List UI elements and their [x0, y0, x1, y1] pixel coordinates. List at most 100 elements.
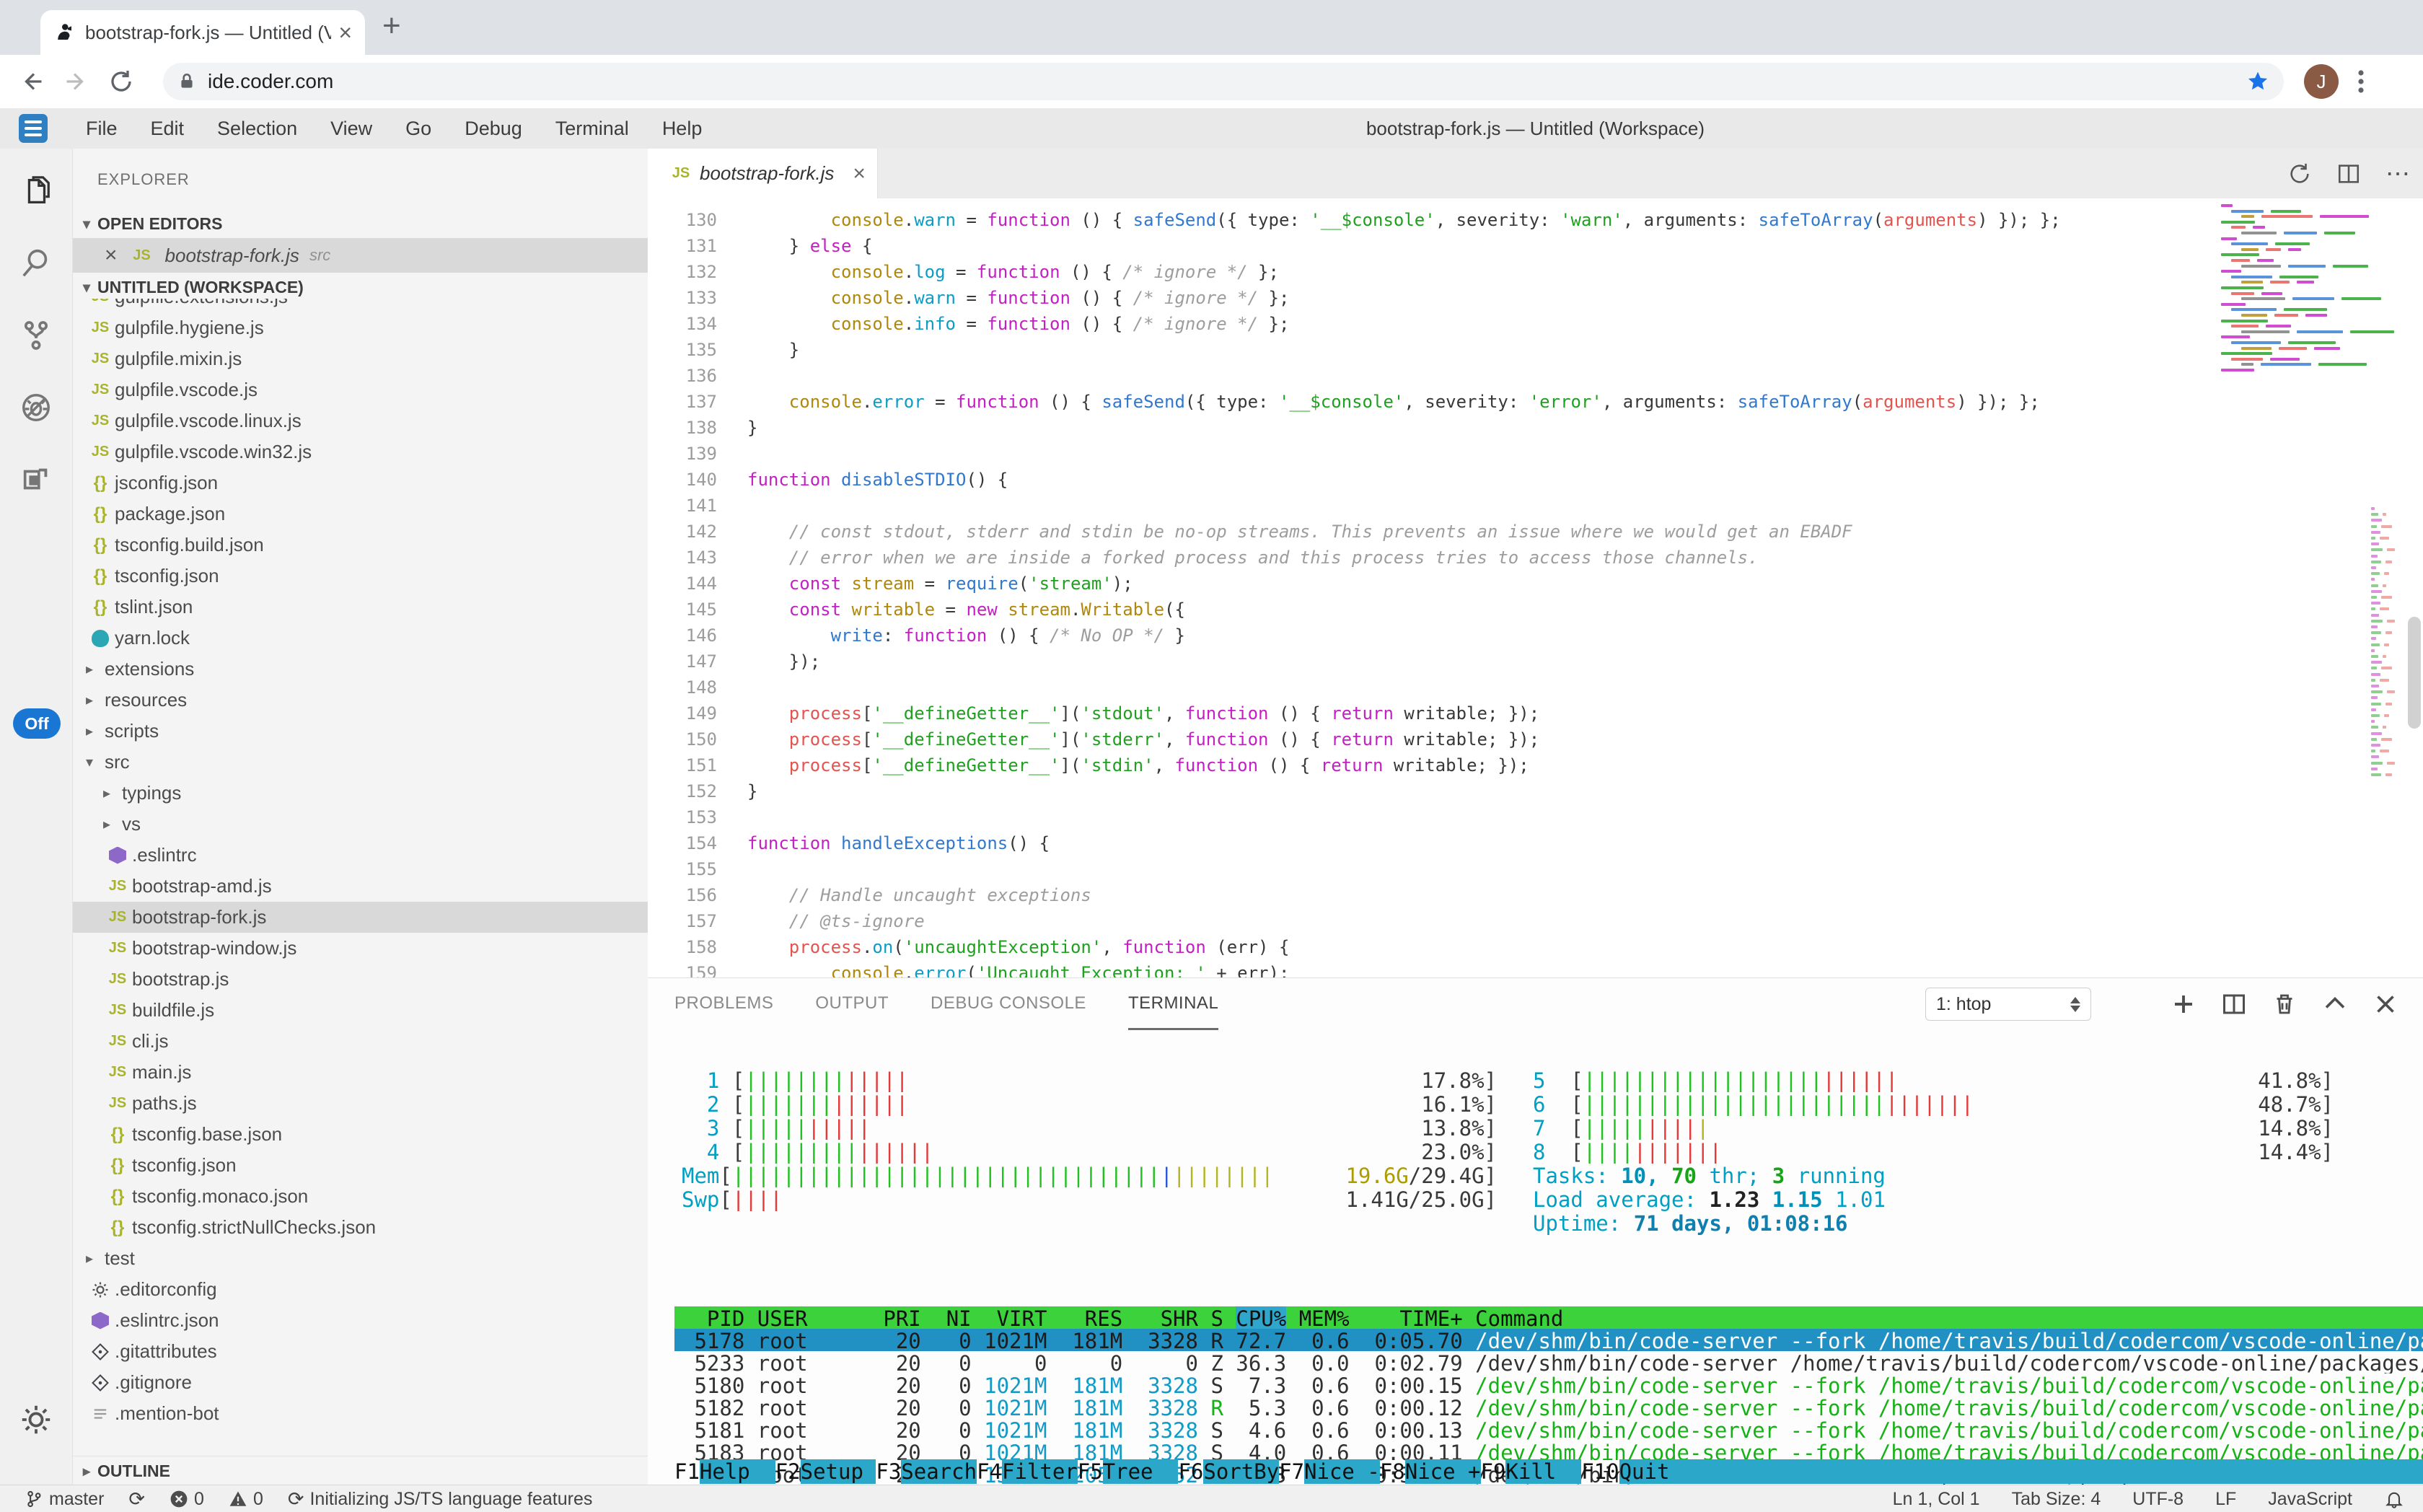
menu-go[interactable]: Go [389, 118, 448, 140]
split-terminal-icon[interactable] [2221, 991, 2247, 1017]
process-row[interactable]: 5181 root 20 0 1021M 181M 3328 S 4.6 0.6… [674, 1418, 2423, 1441]
code-editor[interactable]: 130 console.warn = function () { safeSen… [648, 198, 2423, 977]
tree-item-.gitignore[interactable]: .gitignore [73, 1367, 648, 1398]
minimap[interactable] [2218, 204, 2406, 977]
reload-icon[interactable] [108, 69, 134, 94]
tree-item-jsconfig.json[interactable]: {}jsconfig.json [73, 467, 648, 498]
workspace-section[interactable]: ▾ UNTITLED (WORKSPACE) [73, 273, 648, 302]
bell-icon[interactable] [2384, 1489, 2404, 1509]
tree-item-buildfile.js[interactable]: JSbuildfile.js [73, 995, 648, 1026]
errors-item[interactable]: 0 [170, 1489, 204, 1510]
new-terminal-icon[interactable] [2171, 991, 2196, 1017]
back-icon[interactable] [19, 69, 45, 94]
browser-tab[interactable]: bootstrap-fork.js — Untitled (V × [40, 10, 365, 55]
tree-item-extensions[interactable]: ▸extensions [73, 654, 648, 685]
process-row[interactable]: 5233 root 20 0 0 0 0 Z 36.3 0.0 0:02.79 … [674, 1351, 2423, 1373]
menu-file[interactable]: File [69, 118, 134, 140]
tree-item-gulpfile.extensions.js[interactable]: JSgulpfile.extensions.js [73, 299, 648, 312]
tree-item-test[interactable]: ▸test [73, 1243, 648, 1274]
forward-icon[interactable] [63, 69, 89, 94]
tree-item-gulpfile.vscode.linux.js[interactable]: JSgulpfile.vscode.linux.js [73, 405, 648, 436]
status-javascript[interactable]: JavaScript [2268, 1489, 2352, 1510]
tree-item-tsconfig.base.json[interactable]: {}tsconfig.base.json [73, 1119, 648, 1150]
editor-tab-active[interactable]: JS bootstrap-fork.js × [648, 149, 878, 198]
url-text[interactable]: ide.coder.com [208, 70, 2246, 93]
tree-item-tsconfig.monaco.json[interactable]: {}tsconfig.monaco.json [73, 1181, 648, 1212]
panel-tab-terminal[interactable]: TERMINAL [1128, 978, 1218, 1030]
close-icon[interactable]: × [105, 243, 118, 268]
process-row[interactable]: 5178 root 20 0 1021M 181M 3328 R 72.7 0.… [674, 1329, 2423, 1351]
extensions-icon[interactable] [0, 463, 72, 496]
tree-item-.editorconfig[interactable]: .editorconfig [73, 1274, 648, 1305]
menu-selection[interactable]: Selection [201, 118, 314, 140]
tree-item-bootstrap.js[interactable]: JSbootstrap.js [73, 964, 648, 995]
more-actions-icon[interactable]: ⋯ [2385, 170, 2410, 177]
close-panel-icon[interactable] [2373, 991, 2398, 1017]
tree-item-package.json[interactable]: {}package.json [73, 498, 648, 529]
menu-terminal[interactable]: Terminal [539, 118, 646, 140]
tree-item-bootstrap-window.js[interactable]: JSbootstrap-window.js [73, 933, 648, 964]
menu-debug[interactable]: Debug [448, 118, 539, 140]
status-tab[interactable]: Tab Size: 4 [2012, 1489, 2101, 1510]
split-editor-icon[interactable] [2336, 162, 2361, 186]
tree-item-paths.js[interactable]: JSpaths.js [73, 1088, 648, 1119]
tree-item-.gitattributes[interactable]: .gitattributes [73, 1336, 648, 1367]
editor-scrollbar[interactable] [2408, 617, 2421, 729]
tree-item-tsconfig.json[interactable]: {}tsconfig.json [73, 561, 648, 592]
terminal-select[interactable]: 1: htop [1925, 988, 2091, 1021]
open-changes-icon[interactable] [2287, 162, 2312, 186]
editor-tab-close-icon[interactable]: × [853, 162, 866, 186]
tree-item-gulpfile.mixin.js[interactable]: JSgulpfile.mixin.js [73, 343, 648, 374]
tree-item-.eslintrc.json[interactable]: .eslintrc.json [73, 1305, 648, 1336]
tree-item-tslint.json[interactable]: {}tslint.json [73, 592, 648, 623]
tree-item-gulpfile.hygiene.js[interactable]: JSgulpfile.hygiene.js [73, 312, 648, 343]
open-editors-section[interactable]: ▾ OPEN EDITORS [73, 209, 648, 238]
menu-edit[interactable]: Edit [134, 118, 201, 140]
status-ln[interactable]: Ln 1, Col 1 [1893, 1489, 1980, 1510]
warnings-item[interactable]: 0 [229, 1489, 263, 1510]
tree-item-main.js[interactable]: JSmain.js [73, 1057, 648, 1088]
tree-item-typings[interactable]: ▸typings [73, 778, 648, 809]
new-tab-button[interactable]: + [382, 10, 401, 42]
tree-item-scripts[interactable]: ▸scripts [73, 716, 648, 747]
branch-item[interactable]: master [25, 1489, 104, 1510]
tree-item-vs[interactable]: ▸vs [73, 809, 648, 840]
sync-icon[interactable]: ⟳ [128, 1488, 145, 1511]
telemetry-off-badge[interactable]: Off [13, 708, 61, 739]
tree-item-bootstrap-amd.js[interactable]: JSbootstrap-amd.js [73, 871, 648, 902]
tree-item-.eslintrc[interactable]: .eslintrc [73, 840, 648, 871]
tree-item-bootstrap-fork.js[interactable]: JSbootstrap-fork.js [73, 902, 648, 933]
tree-item-src[interactable]: ▾src [73, 747, 648, 778]
outline-section[interactable]: ▸ OUTLINE [73, 1456, 648, 1485]
browser-menu-icon[interactable] [2357, 69, 2365, 94]
tree-item-resources[interactable]: ▸resources [73, 685, 648, 716]
source-control-icon[interactable] [0, 319, 72, 352]
settings-gear-icon[interactable] [0, 1404, 72, 1436]
maximize-panel-icon[interactable] [2322, 991, 2348, 1017]
tree-item-gulpfile.vscode.win32.js[interactable]: JSgulpfile.vscode.win32.js [73, 436, 648, 467]
debug-disabled-icon[interactable] [0, 391, 72, 424]
tree-item-yarn.lock[interactable]: yarn.lock [73, 623, 648, 654]
browser-avatar[interactable]: J [2304, 64, 2339, 99]
status-utf-8[interactable]: UTF-8 [2132, 1489, 2184, 1510]
tree-item-tsconfig.json[interactable]: {}tsconfig.json [73, 1150, 648, 1181]
kill-terminal-icon[interactable] [2272, 991, 2297, 1017]
tree-item-gulpfile.vscode.js[interactable]: JSgulpfile.vscode.js [73, 374, 648, 405]
tree-item-.mention-bot[interactable]: .mention-bot [73, 1398, 648, 1429]
search-icon[interactable] [0, 247, 72, 280]
bookmark-star-icon[interactable] [2246, 70, 2269, 93]
panel-tab-problems[interactable]: PROBLEMS [674, 978, 773, 1030]
tree-item-cli.js[interactable]: JScli.js [73, 1026, 648, 1057]
terminal[interactable]: 1 [|||||||||||||17.8%] 2 [|||||||||||||1… [648, 1030, 2423, 1485]
status-lf[interactable]: LF [2215, 1489, 2236, 1510]
tree-item-tsconfig.strictNullChecks.json[interactable]: {}tsconfig.strictNullChecks.json [73, 1212, 648, 1243]
process-row[interactable]: 5182 root 20 0 1021M 181M 3328 R 5.3 0.6… [674, 1396, 2423, 1418]
process-row[interactable]: 5180 root 20 0 1021M 181M 3328 S 7.3 0.6… [674, 1373, 2423, 1396]
menu-view[interactable]: View [314, 118, 389, 140]
address-bar[interactable]: ide.coder.com [163, 63, 2284, 100]
tree-item-tsconfig.build.json[interactable]: {}tsconfig.build.json [73, 529, 648, 561]
browser-tab-close-icon[interactable]: × [338, 21, 352, 44]
open-editor-item[interactable]: × JS bootstrap-fork.js src [73, 238, 648, 273]
panel-tab-debug-console[interactable]: DEBUG CONSOLE [931, 978, 1086, 1030]
panel-tab-output[interactable]: OUTPUT [815, 978, 889, 1030]
